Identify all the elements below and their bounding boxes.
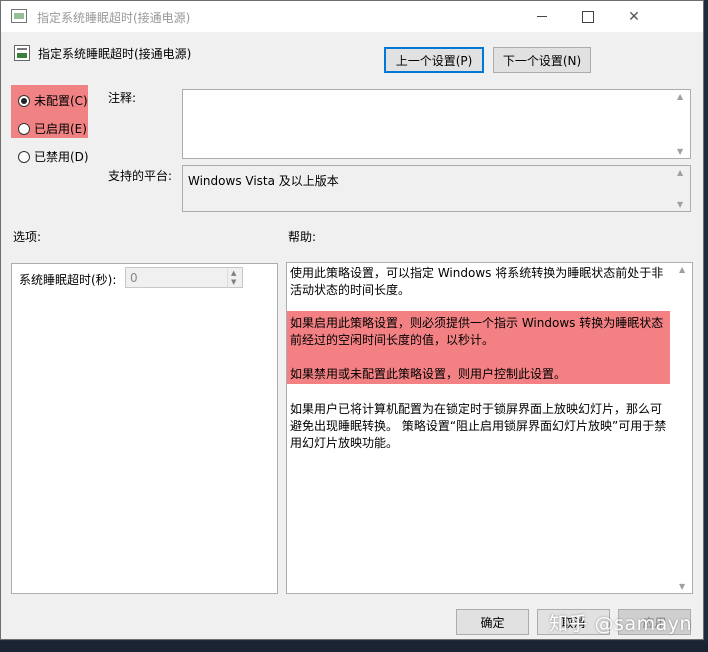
help-paragraph: 使用此策略设置，可以指定 Windows 将系统转换为睡眠状态前处于非活动状态的… (290, 266, 664, 297)
window-title: 指定系统睡眠超时(接通电源) (37, 11, 191, 25)
sleep-timeout-value: 0 (130, 271, 138, 285)
platform-value: Windows Vista 及以上版本 (188, 174, 339, 188)
policy-app-icon (11, 9, 27, 23)
radio-label: 未配置(C) (34, 94, 88, 108)
previous-setting-button[interactable]: 上一个设置(P) (384, 47, 484, 73)
ok-button[interactable]: 确定 (456, 609, 529, 635)
scroll-up-icon[interactable]: ▲ (677, 92, 683, 101)
comment-scrollbar[interactable]: ▲ ▼ (674, 90, 690, 158)
scroll-down-icon[interactable]: ▼ (679, 582, 685, 591)
help-paragraph: 如果启用此策略设置，则必须提供一个指示 Windows 转换为睡眠状态前经过的空… (290, 316, 664, 347)
comment-label: 注释: (108, 91, 137, 105)
setting-title: 指定系统睡眠超时(接通电源) (38, 47, 192, 61)
stepper-buttons[interactable]: ▲ ▼ (227, 268, 242, 287)
help-panel: 使用此策略设置，可以指定 Windows 将系统转换为睡眠状态前处于非活动状态的… (286, 262, 693, 594)
close-icon[interactable] (611, 1, 657, 32)
radio-unchecked-icon (18, 150, 30, 163)
radio-label: 已启用(E) (34, 122, 87, 136)
minimize-icon[interactable] (519, 1, 565, 32)
radio-disabled[interactable]: 已禁用(D) (18, 148, 89, 165)
help-section-label: 帮助: (288, 230, 317, 244)
scroll-down-icon[interactable]: ▼ (677, 147, 683, 156)
help-paragraph: 如果用户已将计算机配置为在锁定时于锁屏界面上放映幻灯片，那么可避免出现睡眠转换。… (290, 402, 667, 450)
sleep-timeout-label: 系统睡眠超时(秒): (19, 273, 117, 287)
scroll-up-icon[interactable]: ▲ (677, 168, 683, 177)
platform-textbox: Windows Vista 及以上版本 ▲ ▼ (182, 165, 691, 212)
radio-label: 已禁用(D) (34, 150, 89, 164)
comment-textarea[interactable]: ▲ ▼ (182, 89, 691, 159)
radio-unchecked-icon (18, 122, 30, 135)
next-setting-button[interactable]: 下一个设置(N) (493, 47, 591, 73)
radio-not-configured[interactable]: 未配置(C) (18, 92, 88, 109)
policy-dialog-window: 指定系统睡眠超时(接通电源) 指定系统睡眠超时(接通电源) 上一个设置(P) 下… (0, 0, 704, 640)
scroll-up-icon[interactable]: ▲ (679, 265, 685, 274)
sleep-timeout-stepper[interactable]: 0 ▲ ▼ (125, 267, 243, 288)
platform-scrollbar[interactable]: ▲ ▼ (674, 166, 690, 211)
radio-checked-icon (18, 94, 30, 107)
watermark: 知乎 @samayn (549, 613, 693, 635)
stepper-up-icon[interactable]: ▲ (231, 269, 236, 277)
platform-label: 支持的平台: (108, 169, 173, 183)
options-panel: 系统睡眠超时(秒): 0 ▲ ▼ (11, 263, 278, 594)
policy-setting-icon (14, 45, 30, 61)
title-bar[interactable]: 指定系统睡眠超时(接通电源) (1, 1, 703, 32)
scroll-down-icon[interactable]: ▼ (677, 200, 683, 209)
help-scrollbar[interactable]: ▲ ▼ (676, 263, 692, 593)
maximize-icon[interactable] (565, 1, 611, 32)
radio-enabled[interactable]: 已启用(E) (18, 120, 87, 137)
help-paragraph: 如果禁用或未配置此策略设置，则用户控制此设置。 (290, 367, 567, 381)
options-section-label: 选项: (13, 230, 42, 244)
taskbar (0, 641, 708, 652)
stepper-down-icon[interactable]: ▼ (231, 278, 236, 286)
